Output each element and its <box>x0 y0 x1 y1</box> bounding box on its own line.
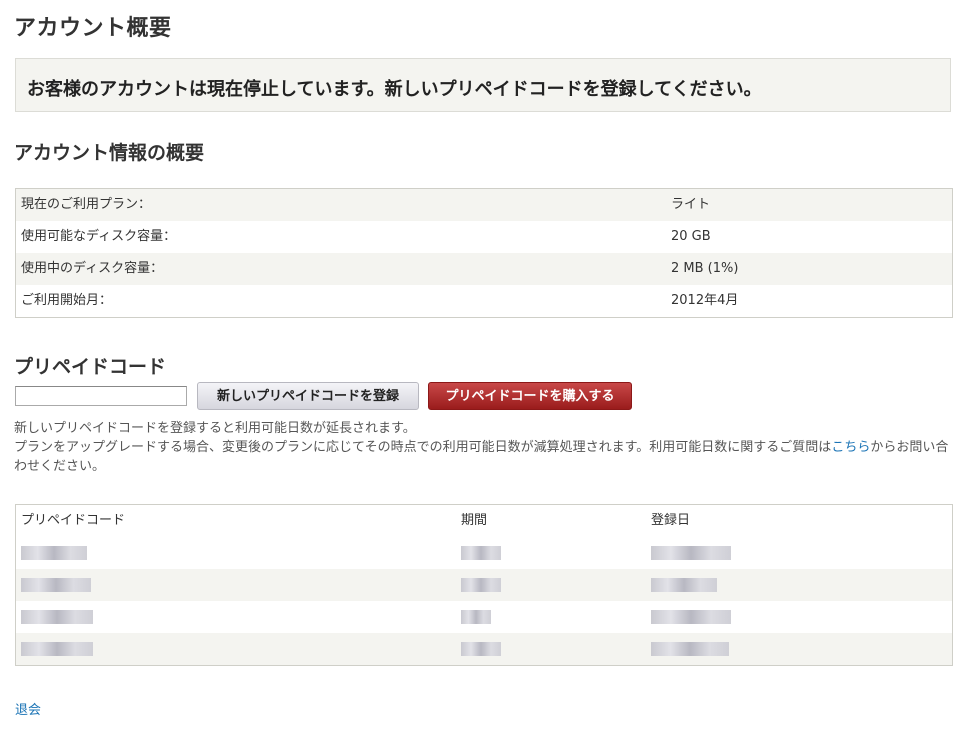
notice-text: お客様のアカウントは現在停止しています。新しいプリペイドコードを登録してください… <box>27 79 762 100</box>
prepaid-code-input[interactable] <box>15 386 187 406</box>
contact-link[interactable]: こちら <box>831 440 870 455</box>
prepaid-code-title: プリペイドコード <box>14 356 167 378</box>
table-row <box>16 601 952 633</box>
account-suspended-notice: お客様のアカウントは現在停止しています。新しいプリペイドコードを登録してください… <box>15 58 951 112</box>
register-prepaid-code-button[interactable]: 新しいプリペイドコードを登録 <box>197 382 419 410</box>
page-title: アカウント概要 <box>14 16 172 41</box>
summary-row-used-disk: 使用中のディスク容量： 2 MB (1%) <box>16 253 952 285</box>
withdraw-link[interactable]: 退会 <box>15 699 41 718</box>
table-row <box>16 569 952 601</box>
summary-label: 使用中のディスク容量： <box>21 261 164 276</box>
redacted-date <box>651 537 731 569</box>
summary-value: 2 MB (1%) <box>671 261 739 276</box>
redacted-date <box>651 633 729 665</box>
help-line-1: 新しいプリペイドコードを登録すると利用可能日数が延長されます。 <box>14 421 416 436</box>
summary-label: 使用可能なディスク容量： <box>21 229 177 244</box>
header-registered-date: 登録日 <box>651 513 691 528</box>
prepaid-table-header: プリペイドコード 期間 登録日 <box>16 505 952 537</box>
summary-label: 現在のご利用プラン： <box>21 197 152 212</box>
summary-value: ライト <box>671 197 711 212</box>
prepaid-code-table: プリペイドコード 期間 登録日 <box>15 504 953 666</box>
redacted-date <box>651 601 731 633</box>
account-summary-table: 現在のご利用プラン： ライト 使用可能なディスク容量： 20 GB 使用中のディ… <box>15 188 953 318</box>
help-line-2-text: プランをアップグレードする場合、変更後のプランに応じてその時点での利用可能日数が… <box>14 440 832 455</box>
summary-row-start-month: ご利用開始月： 2012年4月 <box>16 285 952 317</box>
header-prepaid-code: プリペイドコード <box>21 513 126 528</box>
header-period: 期間 <box>461 513 488 528</box>
help-line-2: プランをアップグレードする場合、変更後のプランに応じてその時点での利用可能日数が… <box>14 438 950 476</box>
account-summary-title: アカウント情報の概要 <box>14 142 205 164</box>
redacted-period <box>461 633 501 665</box>
table-row <box>16 537 952 569</box>
table-row <box>16 633 952 665</box>
summary-row-available-disk: 使用可能なディスク容量： 20 GB <box>16 221 952 253</box>
redacted-period <box>461 601 491 633</box>
summary-value: 2012年4月 <box>671 293 739 308</box>
redacted-code <box>21 537 87 569</box>
summary-row-plan: 現在のご利用プラン： ライト <box>16 189 952 221</box>
prepaid-help-text: 新しいプリペイドコードを登録すると利用可能日数が延長されます。 プランをアップグ… <box>14 419 950 476</box>
redacted-period <box>461 569 501 601</box>
redacted-code <box>21 633 93 665</box>
redacted-code <box>21 569 91 601</box>
buy-prepaid-code-button[interactable]: プリペイドコードを購入する <box>428 382 632 410</box>
summary-label: ご利用開始月： <box>21 293 113 308</box>
redacted-period <box>461 537 501 569</box>
redacted-date <box>651 569 717 601</box>
redacted-code <box>21 601 93 633</box>
summary-value: 20 GB <box>671 229 711 244</box>
